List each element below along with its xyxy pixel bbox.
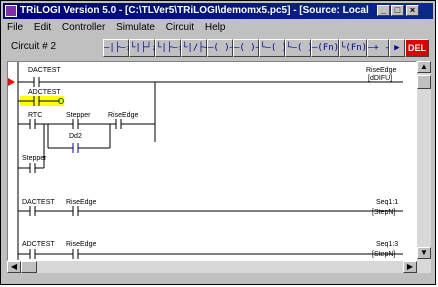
tool-function-parallel[interactable]: └(Fn)₀ <box>339 39 373 57</box>
ladder-diagram: DACTEST RiseEdge [dDIFU] ADCTEST RTC Ste… <box>8 62 403 260</box>
contact-stepper-2[interactable] <box>18 163 44 173</box>
app-icon <box>5 5 17 17</box>
coil-label: Seq1:1 <box>376 199 398 206</box>
delete-button[interactable]: DEL <box>405 39 429 57</box>
tool-coil-parallel[interactable]: └—( )₇ <box>259 39 293 57</box>
tool-coil-nc[interactable]: —( )—₆ <box>233 39 267 57</box>
title-bar[interactable]: TRiLOGI Version 5.0 - [C:\TLVer5\TRiLOGI… <box>3 3 433 19</box>
ladder-canvas[interactable]: DACTEST RiseEdge [dDIFU] ADCTEST RTC Ste… <box>7 61 417 261</box>
coil-function: [StepN] <box>372 209 395 216</box>
tool-branch-nc[interactable]: └|/├—₄ <box>181 39 215 57</box>
horizontal-scroll-thumb[interactable] <box>21 261 37 273</box>
menu-bar: File Edit Controller Simulate Circuit He… <box>3 20 433 36</box>
ladder-tools: —|├—₁ └|├┘₂ └|├—₃ └|/├—₄ —( )—₅ —( )—₆ └… <box>103 39 433 57</box>
coil-function: [StepN] <box>372 251 395 258</box>
minimize-button[interactable]: _ <box>377 5 390 16</box>
horizontal-scrollbar[interactable]: ◀ ▶ <box>7 261 417 273</box>
contact-label: Dd2 <box>69 133 82 140</box>
contact-label: ADCTEST <box>22 241 55 248</box>
contact-label: RiseEdge <box>108 112 138 119</box>
contact-label: RTC <box>28 112 42 119</box>
toolbar: Circuit # 2 —|├—₁ └|├┘₂ └|├—₃ └|/├—₄ —( … <box>3 37 433 59</box>
contact-riseedge[interactable] <box>115 119 155 129</box>
cursor-arrow-icon <box>8 78 15 86</box>
scroll-right-button[interactable]: ▶ <box>403 261 417 273</box>
tool-coil[interactable]: —( )—₅ <box>207 39 241 57</box>
vertical-scroll-thumb[interactable] <box>417 75 431 89</box>
circuit-number-label: Circuit # 2 <box>11 41 57 52</box>
close-button[interactable]: × <box>406 5 419 16</box>
contact-label: Stepper <box>22 155 47 162</box>
contact-label: RiseEdge <box>66 241 96 248</box>
tool-function[interactable]: —(Fn)₉ <box>311 39 345 57</box>
menu-file[interactable]: File <box>3 20 27 36</box>
contact-dactest[interactable] <box>18 77 403 87</box>
coil-label: Seq1:3 <box>376 241 398 248</box>
rung-3[interactable] <box>18 249 403 259</box>
menu-help[interactable]: Help <box>201 20 230 36</box>
tool-wire[interactable]: —+ -— <box>367 39 395 57</box>
tool-contact-parallel[interactable]: └|├┘₂ <box>129 39 157 57</box>
menu-circuit[interactable]: Circuit <box>162 20 198 36</box>
tool-contact-series[interactable]: —|├—₁ <box>103 39 131 57</box>
main-window: TRiLOGI Version 5.0 - [C:\TLVer5\TRiLOGI… <box>0 0 436 285</box>
contact-label: DACTEST <box>22 199 55 206</box>
vertical-scrollbar[interactable]: ▲ ▼ <box>417 61 431 273</box>
maximize-button[interactable]: □ <box>391 5 404 16</box>
coil-label: RiseEdge <box>366 67 396 74</box>
contact-dd2[interactable] <box>48 143 110 153</box>
window-title: TRiLOGI Version 5.0 - [C:\TLVer5\TRiLOGI… <box>20 5 372 16</box>
rung-2[interactable] <box>18 206 403 216</box>
tool-next[interactable]: ▶ <box>389 39 405 57</box>
tool-coil-parallel-nc[interactable]: └—( )₈ <box>285 39 319 57</box>
scroll-up-button[interactable]: ▲ <box>417 61 431 73</box>
contact-label: DACTEST <box>28 67 61 74</box>
menu-edit[interactable]: Edit <box>30 20 55 36</box>
menu-simulate[interactable]: Simulate <box>112 20 159 36</box>
contact-label: RiseEdge <box>66 199 96 206</box>
contact-label: ADCTEST <box>28 89 61 96</box>
tool-branch-close[interactable]: └|├—₃ <box>155 39 183 57</box>
contact-rtc[interactable] <box>18 119 73 129</box>
coil-function: [dDIFU] <box>368 75 392 82</box>
scroll-down-button[interactable]: ▼ <box>417 247 431 259</box>
scroll-left-button[interactable]: ◀ <box>7 261 21 273</box>
menu-controller[interactable]: Controller <box>58 20 109 36</box>
contact-label: Stepper <box>66 112 91 119</box>
